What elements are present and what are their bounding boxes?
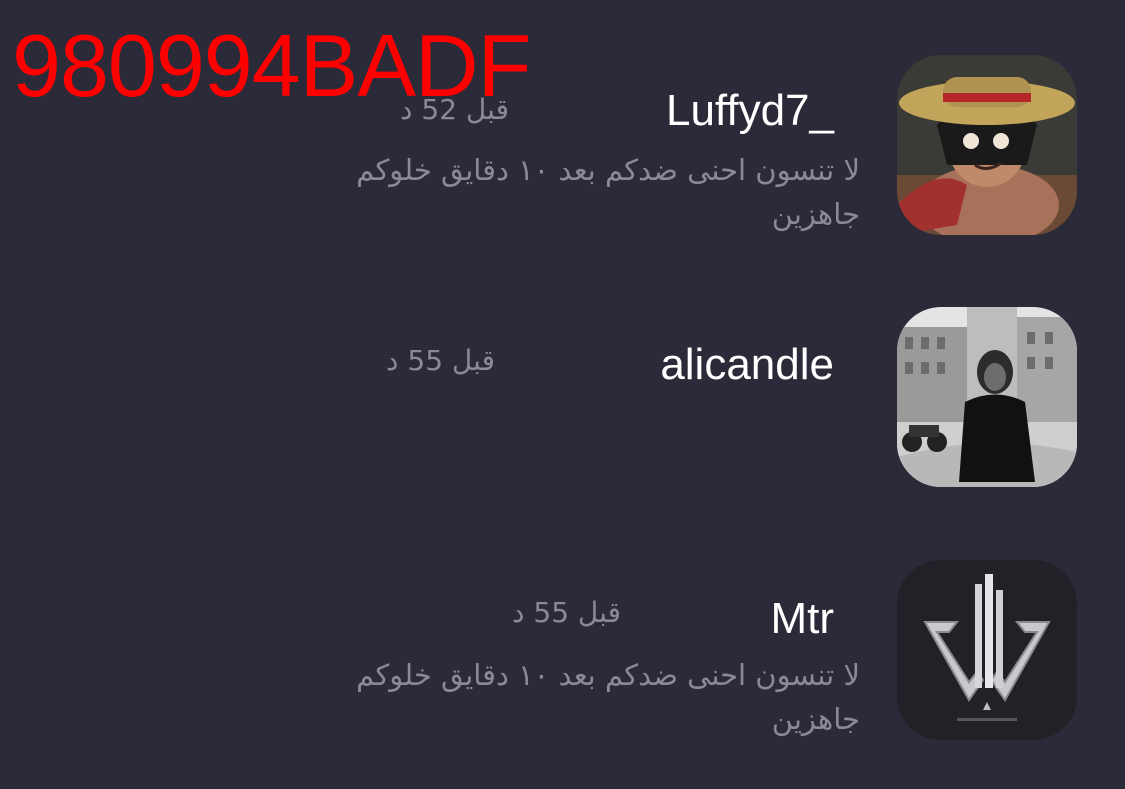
anime-character-avatar-icon bbox=[897, 55, 1077, 235]
avatar[interactable] bbox=[897, 560, 1077, 740]
overlay-code: 980994BADF bbox=[12, 16, 531, 115]
username[interactable]: Luffyd7_ bbox=[666, 89, 834, 133]
avatar[interactable] bbox=[897, 307, 1077, 487]
message-text: لا تنسون احنى ضدكم بعد ١٠ دقايق خلوكم جا… bbox=[356, 153, 860, 231]
avatar[interactable] bbox=[897, 55, 1077, 235]
notification-item[interactable]: Mtr قبل 55 د لا تنسون احنى ضدكم بعد ١٠ د… bbox=[0, 510, 1125, 740]
message-text: لا تنسون احنى ضدكم بعد ١٠ دقايق خلوكم جا… bbox=[356, 658, 860, 736]
street-photo-avatar-icon bbox=[897, 307, 1077, 487]
username[interactable]: Mtr bbox=[770, 597, 834, 641]
timestamp: قبل 55 د bbox=[512, 596, 621, 629]
esports-logo-avatar-icon bbox=[897, 560, 1077, 740]
username[interactable]: alicandle bbox=[660, 343, 834, 387]
notification-feed: Luffyd7_ قبل 52 د لا تنسون احنى ضدكم بعد… bbox=[0, 0, 1125, 789]
timestamp: قبل 55 د bbox=[386, 344, 495, 377]
notification-item[interactable]: alicandle قبل 55 د bbox=[0, 260, 1125, 487]
